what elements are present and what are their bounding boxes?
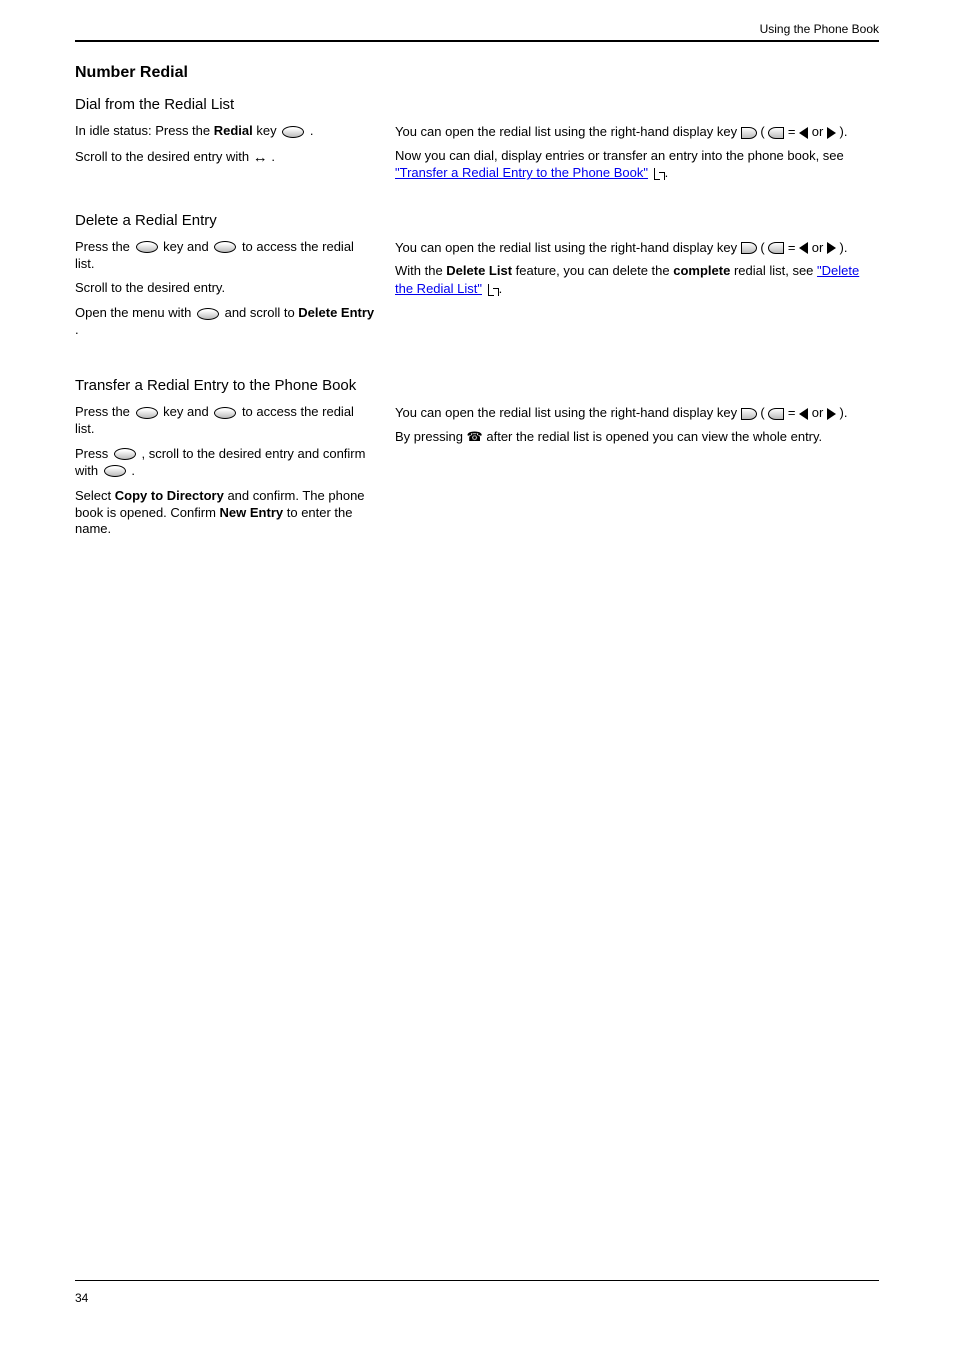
step-1: In idle status: Press the Redial key . (75, 123, 375, 140)
subsection-delete-redial: Delete a Redial Entry (75, 212, 879, 229)
bottom-rule (75, 1280, 879, 1281)
crossref-icon (488, 284, 499, 295)
triangle-right-icon (827, 242, 836, 254)
text: = (788, 405, 799, 420)
step-1: Press the key and to access the redial l… (75, 239, 375, 273)
text: and scroll to (225, 305, 299, 320)
phone-icon: ☎ (467, 428, 483, 446)
note-redial-key: You can open the redial list using the r… (395, 239, 879, 257)
text: Press the (75, 404, 134, 419)
text: = (788, 124, 799, 139)
text: Select (75, 488, 115, 503)
step-1: Press the key and to access the redial l… (75, 404, 375, 438)
new-entry-label: New Entry (220, 505, 284, 520)
step-2: Press , scroll to the desired entry and … (75, 446, 375, 480)
text: In idle status: Press the (75, 123, 214, 138)
display-key-right-icon (741, 127, 757, 139)
text: redial list, see (734, 263, 817, 278)
text: key and (163, 239, 212, 254)
step-3: Open the menu with and scroll to Delete … (75, 305, 375, 339)
text: Press the (75, 239, 134, 254)
col-left: Press the key and to access the redial l… (75, 239, 375, 347)
text: You can open the redial list using the r… (395, 240, 741, 255)
triangle-right-icon (827, 127, 836, 139)
oval-key-icon (136, 407, 158, 419)
page-container: Using the Phone Book Number Redial Dial … (0, 0, 954, 1351)
text: or (812, 405, 827, 420)
oval-key-icon (197, 308, 219, 320)
text: key and (163, 404, 212, 419)
text: ). (840, 240, 848, 255)
display-key-left-icon (768, 408, 784, 420)
text: feature, you can delete the (516, 263, 674, 278)
note-transfer: Now you can dial, display entries or tra… (395, 147, 879, 182)
text: You can open the redial list using the r… (395, 124, 741, 139)
text: ). (840, 124, 848, 139)
text: or (812, 124, 827, 139)
header-section-title: Using the Phone Book (75, 22, 879, 36)
double-arrow-icon: ↔ (253, 148, 268, 168)
link-transfer-redial[interactable]: "Transfer a Redial Entry to the Phone Bo… (395, 165, 648, 180)
crossref-icon (654, 168, 665, 179)
col-left: Press the key and to access the redial l… (75, 404, 375, 546)
note-delete-list: With the Delete List feature, you can de… (395, 262, 879, 297)
subsection-transfer-redial: Transfer a Redial Entry to the Phone Boo… (75, 377, 879, 394)
col-right: You can open the redial list using the r… (395, 239, 879, 298)
text: . (75, 322, 79, 337)
text: ( (760, 124, 764, 139)
text: Open the menu with (75, 305, 195, 320)
oval-key-icon (114, 448, 136, 460)
display-key-left-icon (768, 127, 784, 139)
triangle-left-icon (799, 242, 808, 254)
text: By pressing (395, 429, 467, 444)
oval-key-icon (214, 407, 236, 419)
row-dial-from-redial: In idle status: Press the Redial key . S… (75, 123, 879, 182)
top-rule (75, 40, 879, 42)
step-3: Select Copy to Directory and confirm. Th… (75, 488, 375, 539)
text: key (256, 123, 280, 138)
display-key-right-icon (741, 408, 757, 420)
delete-entry-label: Delete Entry (298, 305, 374, 320)
triangle-left-icon (799, 408, 808, 420)
page-number: 34 (75, 1291, 88, 1305)
text: With the (395, 263, 446, 278)
text: . (271, 149, 275, 164)
note-view-entry: By pressing ☎ after the redial list is o… (395, 428, 879, 446)
subsection-dial-from-redial: Dial from the Redial List (75, 96, 879, 113)
text: = (788, 240, 799, 255)
text: . (131, 463, 135, 478)
delete-list-label: Delete List (446, 263, 512, 278)
oval-key-icon (214, 241, 236, 253)
note-redial-key: You can open the redial list using the r… (395, 123, 879, 141)
text: ). (840, 405, 848, 420)
triangle-left-icon (799, 127, 808, 139)
text: Press (75, 446, 112, 461)
step-2: Scroll to the desired entry with ↔ . (75, 148, 375, 168)
oval-key-icon (104, 465, 126, 477)
text: Scroll to the desired entry with (75, 149, 253, 164)
oval-key-icon (136, 241, 158, 253)
step-2: Scroll to the desired entry. (75, 280, 375, 297)
col-right: You can open the redial list using the r… (395, 123, 879, 182)
complete-label: complete (673, 263, 730, 278)
triangle-right-icon (827, 408, 836, 420)
text: Now you can dial, display entries or tra… (395, 148, 844, 163)
row-delete-redial: Press the key and to access the redial l… (75, 239, 879, 347)
row-transfer-redial: Press the key and to access the redial l… (75, 404, 879, 546)
copy-to-directory-label: Copy to Directory (115, 488, 224, 503)
redial-label: Redial (214, 123, 253, 138)
display-key-left-icon (768, 242, 784, 254)
display-key-right-icon (741, 242, 757, 254)
note-redial-key: You can open the redial list using the r… (395, 404, 879, 422)
text: ( (760, 240, 764, 255)
redial-key-icon (282, 126, 304, 138)
text: You can open the redial list using the r… (395, 405, 741, 420)
text: after the redial list is opened you can … (486, 429, 822, 444)
col-right: You can open the redial list using the r… (395, 404, 879, 446)
text: ( (760, 405, 764, 420)
col-left: In idle status: Press the Redial key . S… (75, 123, 375, 175)
text: . (310, 123, 314, 138)
text: or (812, 240, 827, 255)
section-title-redial: Number Redial (75, 64, 879, 82)
